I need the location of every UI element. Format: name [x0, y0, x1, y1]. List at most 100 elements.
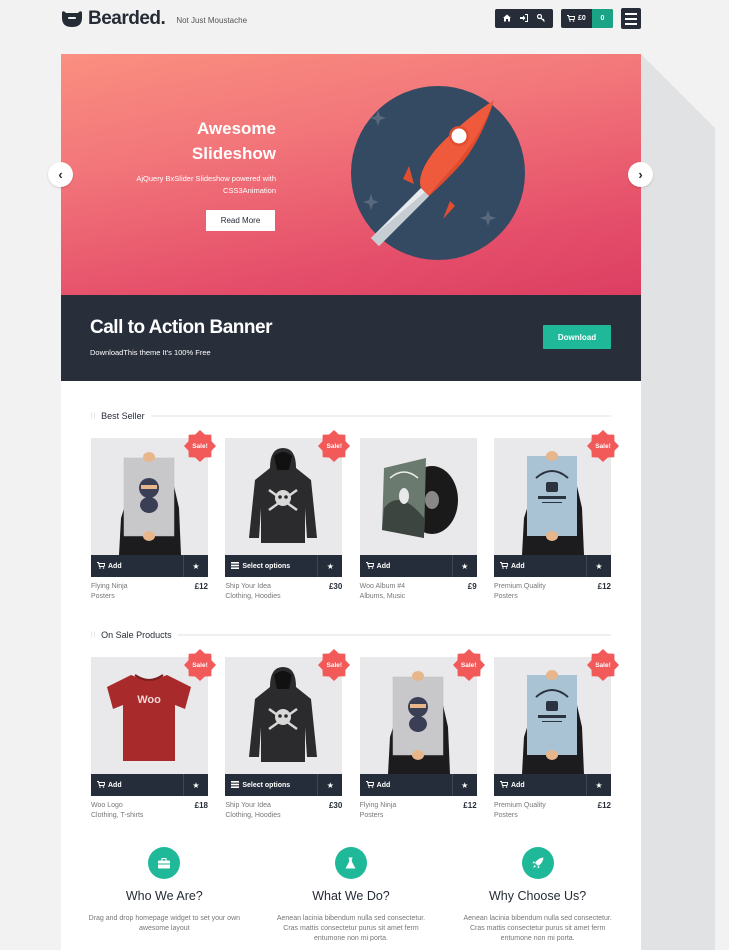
- star-icon: ★: [461, 780, 469, 790]
- product-name[interactable]: Premium Quality: [494, 582, 546, 592]
- background-shadow: [641, 54, 715, 950]
- cart-icon: [97, 780, 106, 790]
- product-price: £12: [597, 582, 611, 591]
- star-icon: ★: [595, 561, 603, 571]
- cart-total: £0: [578, 15, 586, 22]
- account-button-group: [495, 9, 553, 28]
- key-icon[interactable]: [534, 13, 548, 24]
- product-card: Woo Sale! Add ★ Woo Logo Clothing, T-shi…: [91, 649, 216, 821]
- product-card: Sale! Select options ★ Ship Your Idea Cl…: [225, 430, 351, 602]
- wishlist-button[interactable]: ★: [585, 555, 611, 577]
- product-actions: Add ★: [91, 774, 208, 796]
- product-name[interactable]: Premium Quality: [494, 801, 546, 811]
- select-options-button[interactable]: Select options: [225, 774, 317, 796]
- add-to-cart-button[interactable]: Add: [360, 555, 452, 577]
- cart-button[interactable]: £0 0: [561, 9, 613, 28]
- on-sale-heading: || On Sale Products: [91, 630, 611, 640]
- feature-block: Why Choose Us? Aenean lacinia bibendum n…: [458, 847, 618, 944]
- wishlist-button[interactable]: ★: [183, 555, 208, 577]
- sale-badge: Sale!: [184, 649, 216, 681]
- product-image[interactable]: [359, 438, 477, 555]
- product-price: £12: [597, 801, 611, 810]
- feature-title: What We Do?: [312, 889, 390, 903]
- product-categories[interactable]: Posters: [494, 592, 546, 602]
- wishlist-button[interactable]: ★: [451, 555, 477, 577]
- star-icon: ★: [192, 780, 200, 790]
- product-price: £18: [194, 801, 208, 810]
- product-card: Sale! Add ★ Premium Quality Posters £12: [493, 430, 619, 602]
- main-content: || Best Seller Sale! Add ★ Flying Ninja …: [61, 381, 641, 950]
- wishlist-button[interactable]: ★: [451, 774, 477, 796]
- product-card: Sale! Add ★ Flying Ninja Posters £12: [359, 649, 485, 821]
- best-seller-products: Sale! Add ★ Flying Ninja Posters £12 Sal…: [91, 430, 619, 602]
- section-marker-icon: ||: [91, 413, 97, 419]
- feature-title: Why Choose Us?: [489, 889, 587, 903]
- product-name[interactable]: Woo Logo: [91, 801, 143, 811]
- wishlist-button[interactable]: ★: [183, 774, 208, 796]
- beard-logo-icon: [62, 11, 82, 27]
- rocket-illustration: [351, 86, 525, 260]
- product-actions: Add ★: [493, 774, 611, 796]
- product-card: Sale! Add ★ Flying Ninja Posters £12: [91, 430, 216, 602]
- product-name[interactable]: Ship Your Idea: [225, 582, 280, 592]
- product-categories[interactable]: Posters: [91, 592, 128, 602]
- add-to-cart-button[interactable]: Add: [360, 774, 452, 796]
- add-to-cart-button[interactable]: Add: [91, 555, 183, 577]
- feature-title: Who We Are?: [125, 889, 203, 903]
- read-more-button[interactable]: Read More: [206, 210, 275, 231]
- product-actions: Add ★: [91, 555, 208, 577]
- add-to-cart-button[interactable]: Add: [494, 774, 586, 796]
- product-categories[interactable]: Posters: [494, 811, 546, 821]
- product-price: £9: [467, 582, 477, 591]
- star-icon: ★: [192, 561, 200, 571]
- cart-icon: [365, 561, 375, 571]
- menu-button[interactable]: [621, 8, 641, 29]
- tagline: Not Just Moustache: [176, 15, 248, 25]
- product-name[interactable]: Flying Ninja: [360, 801, 397, 811]
- wishlist-button[interactable]: ★: [585, 774, 611, 796]
- cart-icon: [365, 780, 375, 790]
- list-icon: [231, 561, 240, 571]
- add-to-cart-button[interactable]: Add: [494, 555, 586, 577]
- product-meta: Ship Your Idea Clothing, Hoodies £30: [225, 801, 342, 821]
- wishlist-button[interactable]: ★: [317, 774, 342, 796]
- product-actions: Add ★: [493, 555, 611, 577]
- list-icon: [231, 780, 240, 790]
- home-icon[interactable]: [500, 14, 514, 24]
- hero-slider: Awesome Slideshow AjQuery BxSlider Slide…: [61, 54, 641, 295]
- product-meta: Flying Ninja Posters £12: [360, 801, 477, 821]
- product-categories[interactable]: Clothing, Hoodies: [225, 592, 280, 602]
- section-marker-icon: ||: [91, 632, 97, 638]
- product-actions: Select options ★: [225, 774, 343, 796]
- product-price: £12: [194, 582, 208, 591]
- slide-subtitle: AjQuery BxSlider Slideshow powered with …: [136, 174, 276, 195]
- cta-banner: Call to Action Banner DownloadThis theme…: [61, 295, 641, 381]
- download-button[interactable]: Download: [543, 325, 611, 349]
- product-name[interactable]: Woo Album #4: [360, 582, 406, 592]
- cta-title: Call to Action Banner: [90, 317, 272, 338]
- product-categories[interactable]: Posters: [360, 811, 397, 821]
- product-meta: Premium Quality Posters £12: [494, 801, 611, 821]
- product-card: Add ★ Woo Album #4 Albums, Music £9: [359, 438, 477, 602]
- product-name[interactable]: Ship Your Idea: [225, 801, 280, 811]
- logo[interactable]: Bearded. Not Just Moustache: [61, 8, 247, 30]
- product-categories[interactable]: Clothing, Hoodies: [225, 811, 280, 821]
- product-meta: Woo Logo Clothing, T-shirts £18: [91, 801, 208, 821]
- product-name[interactable]: Flying Ninja: [91, 582, 128, 592]
- sign-in-icon[interactable]: [517, 13, 531, 24]
- product-price: £12: [463, 801, 477, 810]
- product-meta: Ship Your Idea Clothing, Hoodies £30: [225, 582, 342, 602]
- add-to-cart-button[interactable]: Add: [91, 774, 183, 796]
- slider-prev-button[interactable]: ‹: [48, 162, 73, 187]
- wishlist-button[interactable]: ★: [317, 555, 342, 577]
- product-meta: Woo Album #4 Albums, Music £9: [360, 582, 477, 602]
- product-categories[interactable]: Clothing, T-shirts: [91, 811, 143, 821]
- sale-badge: Sale!: [318, 430, 351, 462]
- slider-next-button[interactable]: ›: [628, 162, 653, 187]
- section-divider: [150, 415, 611, 417]
- select-options-button[interactable]: Select options: [225, 555, 317, 577]
- product-categories[interactable]: Albums, Music: [360, 592, 406, 602]
- feature-text: Aenean lacinia bibendum nulla sed consec…: [463, 915, 612, 942]
- features-section: Who We Are? Drag and drop homepage widge…: [61, 847, 641, 944]
- cart-count: 0: [592, 9, 613, 28]
